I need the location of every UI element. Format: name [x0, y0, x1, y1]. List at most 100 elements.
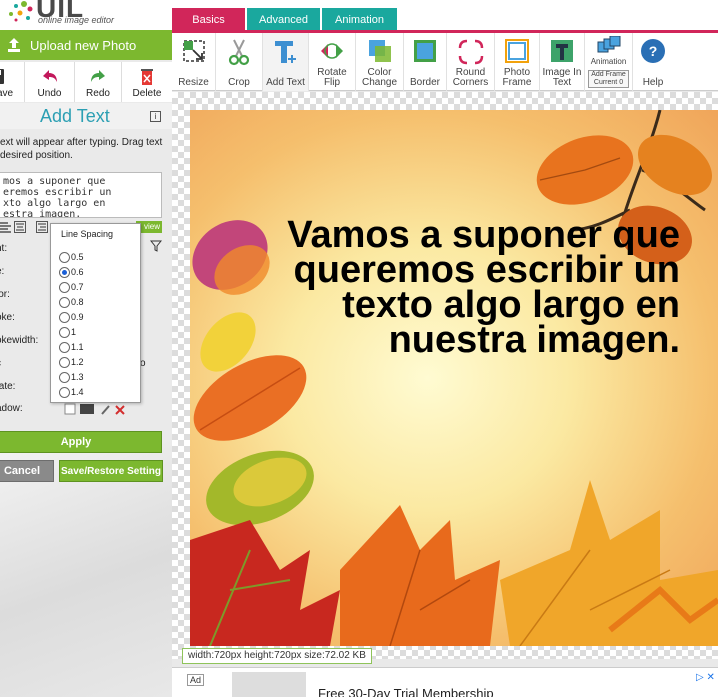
- help-tool[interactable]: ? Help: [633, 33, 673, 91]
- line-spacing-option[interactable]: 1.1: [59, 340, 84, 354]
- image-in-text-tool[interactable]: Image In Text: [540, 33, 585, 91]
- photo-frame-label: Photo Frame: [495, 68, 539, 88]
- option-label: 0.9: [71, 312, 84, 322]
- toolbar: Resize Crop Add Text Rotate Flip Color Cha…: [172, 33, 718, 91]
- panel-title: Add Text: [40, 106, 110, 126]
- option-label: 1.3: [71, 372, 84, 382]
- border-tool[interactable]: Border: [404, 33, 447, 91]
- delete-icon: [141, 69, 153, 85]
- round-corners-tool[interactable]: Round Corners: [447, 33, 495, 91]
- resize-label: Resize: [178, 77, 209, 88]
- round-corners-icon: [458, 39, 483, 65]
- ad-banner[interactable]: Ad Free 30-Day Trial Membership ▷ ✕: [172, 667, 718, 697]
- text-icon: [274, 41, 296, 63]
- add-text-header: Add Text i: [0, 103, 172, 129]
- text-label: Text: [552, 77, 572, 88]
- radio-icon: [59, 341, 70, 353]
- border-label: Border: [409, 77, 440, 88]
- undo-button[interactable]: Undo: [25, 62, 75, 102]
- crop-tool[interactable]: Crop: [216, 33, 263, 91]
- line-spacing-option[interactable]: 1.2: [59, 355, 84, 369]
- font-label: nt:: [0, 243, 8, 254]
- undo-icon: [42, 70, 57, 82]
- add-frame-button[interactable]: Add Frame Current 0: [588, 70, 629, 88]
- rotate-label: tate:: [0, 381, 16, 392]
- line-spacing-option[interactable]: 0.7: [59, 280, 84, 294]
- radio-icon: [59, 251, 70, 263]
- option-label: 0.8: [71, 297, 84, 307]
- option-label: 0.6: [71, 267, 84, 277]
- scissors-icon: [228, 39, 250, 66]
- tab-basics[interactable]: Basics: [172, 8, 245, 31]
- size-label: e:: [0, 266, 5, 277]
- strokewidth-label: okewidth:: [0, 335, 39, 346]
- overlay-line: queremos escribir un: [293, 249, 680, 291]
- line-spacing-option[interactable]: 0.5: [59, 250, 84, 264]
- overlay-text[interactable]: Vamos a suponer que queremos escribir un…: [190, 216, 718, 361]
- line-spacing-title: Line Spacing: [61, 229, 114, 239]
- current-frame-label: Current 0: [593, 79, 624, 86]
- save-restore-button[interactable]: Save/Restore Setting: [59, 460, 163, 482]
- logo-subtitle: online image editor: [38, 15, 115, 25]
- option-label: 0.5: [71, 252, 84, 262]
- photo-frame-tool[interactable]: Photo Frame: [495, 33, 540, 91]
- photo-frame-icon: [505, 39, 529, 63]
- resize-icon: [182, 40, 205, 62]
- ad-title[interactable]: Free 30-Day Trial Membership: [318, 686, 494, 697]
- info-icon[interactable]: i: [150, 111, 161, 122]
- tab-advanced[interactable]: Advanced: [247, 8, 320, 31]
- line-spacing-option[interactable]: 1.4: [59, 385, 84, 399]
- upload-photo-button[interactable]: Upload new Photo: [0, 30, 172, 60]
- radio-icon: [59, 356, 70, 368]
- line-spacing-option[interactable]: 0.9: [59, 310, 84, 324]
- overlay-line: nuestra imagen.: [388, 319, 680, 361]
- redo-button[interactable]: Redo: [75, 62, 122, 102]
- apply-button[interactable]: Apply: [0, 431, 162, 453]
- rotate-icon: [321, 43, 343, 59]
- resize-tool[interactable]: Resize: [172, 33, 216, 91]
- redo-icon: [91, 70, 105, 82]
- rotate-flip-tool[interactable]: Rotate Flip: [309, 33, 356, 91]
- logo: UIL online image editor: [0, 0, 172, 30]
- add-text-tool[interactable]: Add Text: [263, 33, 309, 91]
- logo-dots-icon: [9, 1, 33, 22]
- upload-label: Upload new Photo: [30, 37, 137, 53]
- tab-bar: Basics Advanced Animation: [172, 0, 718, 33]
- align-center-icon[interactable]: [14, 221, 26, 233]
- shadow-controls: [64, 403, 125, 415]
- radio-icon: [59, 371, 70, 383]
- color-label: lor:: [0, 289, 10, 300]
- animation-tool[interactable]: Animation Add Frame Current 0: [585, 33, 633, 91]
- radio-icon: [59, 296, 70, 308]
- align-right-icon[interactable]: [36, 221, 48, 233]
- option-label: 1: [71, 327, 77, 337]
- upload-icon: [8, 38, 20, 52]
- radio-icon: [59, 281, 70, 293]
- cancel-button[interactable]: Cancel: [0, 460, 54, 482]
- ad-close-icon[interactable]: ▷ ✕: [696, 672, 715, 683]
- line-spacing-option[interactable]: 1: [59, 325, 76, 339]
- radio-icon: [59, 311, 70, 323]
- option-label: 1.2: [71, 357, 84, 367]
- line-spacing-option[interactable]: 1.3: [59, 370, 84, 384]
- save-button[interactable]: ave: [0, 62, 25, 102]
- radio-icon: [59, 386, 70, 398]
- ad-label: Ad: [187, 674, 205, 686]
- line-spacing-option[interactable]: 0.8: [59, 295, 84, 309]
- svg-text:?: ?: [649, 43, 658, 59]
- radio-selected-icon: [59, 266, 70, 278]
- c-label: c: [0, 358, 1, 369]
- add-text-label: Add Text: [266, 77, 305, 88]
- photo-canvas[interactable]: Vamos a suponer que queremos escribir un…: [190, 110, 718, 646]
- line-spacing-option[interactable]: 0.6: [59, 265, 84, 279]
- tab-animation[interactable]: Animation: [322, 8, 397, 31]
- redo-label: Redo: [86, 88, 110, 99]
- color-change-tool[interactable]: Color Change: [356, 33, 404, 91]
- help-icon: ?: [641, 39, 665, 63]
- filter-icon[interactable]: [150, 240, 162, 252]
- text-input[interactable]: mos a suponer que eremos escribir un xto…: [0, 172, 162, 218]
- delete-button[interactable]: Delete: [122, 62, 172, 102]
- autumn-leaves-image: [190, 110, 718, 646]
- ad-thumbnail: [232, 672, 306, 697]
- align-left-icon[interactable]: [0, 221, 12, 233]
